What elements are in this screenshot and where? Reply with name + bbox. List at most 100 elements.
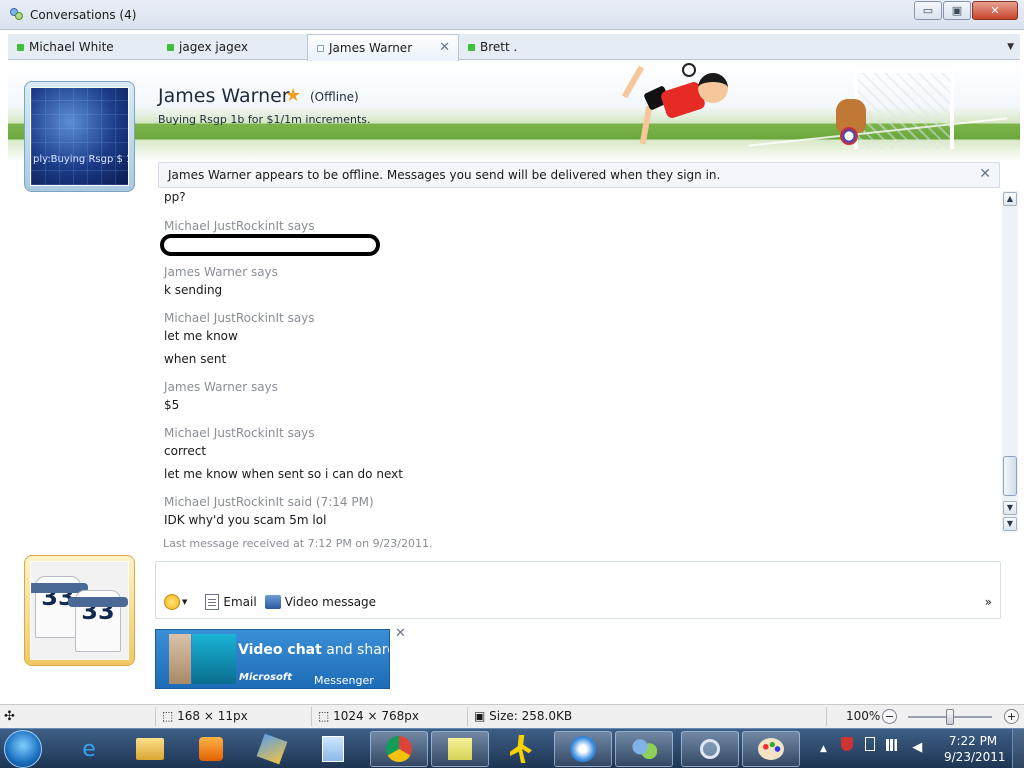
notes-app-icon[interactable] [304,731,362,767]
ad-headline: Video chat and share [238,642,390,658]
conversation-tabs: Michael White jagex jagex James Warner ✕… [8,34,1020,61]
tab-jagex-jagex[interactable]: jagex jagex [158,34,308,60]
media-player-icon[interactable] [182,731,240,767]
message-text: IDK why'd you scam 5m lol [164,513,327,527]
message-compose-area[interactable]: ▼ Email Video message » [155,561,1001,619]
volume-icon[interactable]: ◀ [912,740,922,755]
redaction-mark [160,234,380,256]
tab-label: Brett . [480,40,518,54]
emoticon-button[interactable]: ▼ [164,594,197,610]
paint-tool-icon[interactable] [243,731,301,767]
last-received-note: Last message received at 7:12 PM on 9/23… [163,537,433,550]
conversation-history[interactable]: pp? Michael JustRockinIt says James Warn… [158,190,1000,552]
image-size: ⬚ 1024 × 768px [318,709,420,723]
email-label: Email [223,595,257,609]
video-icon [264,595,281,609]
tab-brett[interactable]: Brett . [459,34,609,60]
tab-label: James Warner [329,41,413,55]
contact-avatar[interactable]: ply:Buying Rsgp $ 1/1 [24,81,135,192]
user-avatar[interactable]: 33 33 [24,555,135,666]
scroll-thumb[interactable] [1003,456,1017,496]
zoom-out-button[interactable]: − [882,709,897,724]
message-text: k sending [164,283,223,297]
offline-status-icon [317,45,324,52]
personal-message: Buying Rsgp 1b for $1/1m increments. [158,113,371,126]
tab-label: jagex jagex [179,40,248,54]
sticky-notes-icon[interactable] [431,731,489,767]
power-icon[interactable] [864,737,875,751]
tab-james-warner[interactable]: James Warner ✕ [307,34,459,61]
message-text: let me know when sent so i can do next [164,467,403,481]
itunes-icon[interactable] [554,731,612,767]
message-text: pp? [164,190,186,204]
scroll-down-icon[interactable]: ▼ [1003,517,1017,531]
message-text: let me know [164,329,238,343]
avatar-caption: ply:Buying Rsgp $ 1/1 [33,154,128,165]
email-button[interactable]: Email [205,594,257,610]
selection-size: ⬚ 168 × 11px [162,709,248,723]
scroll-up-icon[interactable]: ▲ [1003,192,1017,206]
ad-brand: Microsoft [239,672,293,683]
system-tray: ▲ ◀ [820,737,922,755]
magnifier-icon[interactable] [681,731,739,767]
jersey-image: 33 [68,590,128,652]
messenger-icon [10,8,23,20]
emoticon-icon [164,594,180,610]
ad-product: Messenger 2011 [314,674,374,688]
online-status-icon [17,44,24,51]
message-text: $5 [164,398,180,412]
move-icon: ✣ [4,709,15,724]
scroll-down-icon[interactable]: ▼ [1003,501,1017,515]
selection-icon: ⬚ [162,709,178,723]
sender-line: Michael JustRockinIt said (7:14 PM) [164,495,374,509]
status-bar: ✣ ⬚ 168 × 11px ⬚ 1024 × 768px ▣ Size: 25… [0,704,1024,728]
security-shield-icon[interactable] [840,737,853,751]
aim-runner-icon[interactable] [492,731,550,767]
message-text: when sent [164,352,227,366]
sender-line: James Warner says [164,265,278,279]
goal-illustration [854,69,954,149]
start-button[interactable] [4,730,42,768]
taskbar-clock[interactable]: 7:22 PM 9/23/2011 [944,733,1006,765]
messenger-taskbar-icon[interactable] [615,731,673,767]
close-button[interactable]: ✕ [972,1,1018,20]
info-close-icon[interactable]: ✕ [979,166,991,182]
file-explorer-icon[interactable] [121,731,179,767]
advertisement-banner[interactable]: Video chat and share Microsoft Messenger… [155,629,390,689]
message-text: correct [164,444,207,458]
favorite-star-icon[interactable]: ★ [285,85,301,106]
info-text: James Warner appears to be offline. Mess… [168,168,721,182]
tab-close-icon[interactable]: ✕ [439,35,450,61]
ad-close-icon[interactable]: ✕ [395,626,406,641]
internet-explorer-icon[interactable]: e [60,731,118,767]
more-options-icon[interactable]: » [985,595,992,609]
network-signal-icon[interactable] [886,739,901,751]
zoom-level: 100% [846,709,881,723]
image-size-icon: ⬚ [318,709,334,723]
conversation-scrollbar[interactable]: ▲ ▼ ▼ [1002,191,1018,532]
save-icon: ▣ [474,709,490,723]
compose-toolbar: ▼ Email Video message [164,594,384,610]
ad-photo [192,634,236,684]
window-title: Conversations (4) [30,8,137,22]
tab-michael-white[interactable]: Michael White [8,34,158,60]
show-desktop-button[interactable] [1012,729,1024,768]
chrome-icon[interactable] [370,731,428,767]
video-message-button[interactable]: Video message [264,595,377,609]
zoom-in-button[interactable]: + [1004,709,1019,724]
tray-overflow-icon[interactable]: ▲ [820,744,827,754]
maximize-button[interactable]: ▣ [943,1,971,20]
sender-line: James Warner says [164,380,278,394]
sender-line: Michael JustRockinIt says [164,219,315,233]
ad-photo [169,634,191,684]
paint-palette-icon[interactable] [742,731,800,767]
minimize-button[interactable]: ▭ [914,1,942,20]
soccer-ball-icon [682,63,696,77]
video-message-label: Video message [284,595,377,609]
tab-list-chevron-icon[interactable]: ▼ [1007,34,1014,60]
clock-date: 9/23/2011 [944,750,1006,764]
contact-name: James Warner [158,85,290,107]
online-status-icon [468,44,475,51]
zoom-slider-thumb[interactable] [946,709,954,725]
chevron-down-icon: ▼ [182,598,188,606]
